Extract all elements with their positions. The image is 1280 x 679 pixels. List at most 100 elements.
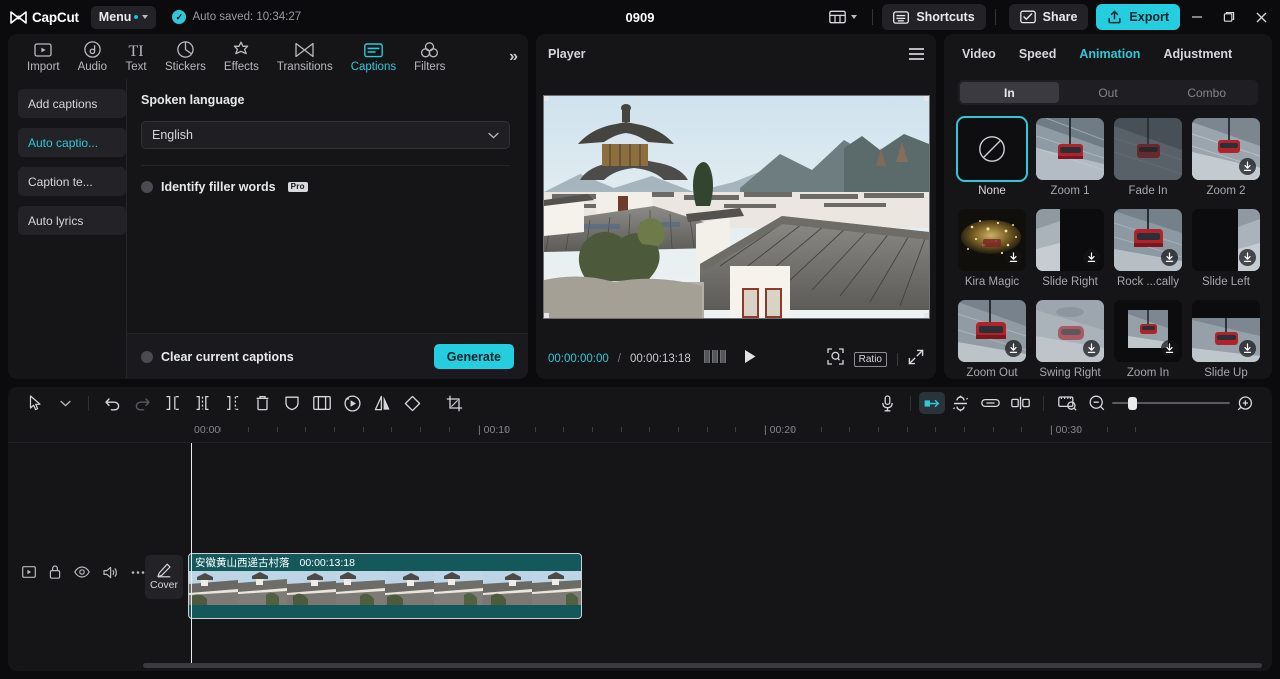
record-voiceover-button[interactable] <box>872 390 902 416</box>
fullscreen-button[interactable] <box>908 349 924 370</box>
share-button[interactable]: Share <box>1008 4 1089 30</box>
tab-filters[interactable]: Filters <box>405 34 454 79</box>
volume-icon[interactable] <box>103 566 118 579</box>
download-icon[interactable] <box>1239 158 1256 175</box>
animation-item-zoom-out[interactable]: Zoom Out <box>958 300 1026 379</box>
timeline-clip[interactable]: 安徽黄山西递古村落 00:00:13:18 <box>188 553 582 619</box>
zoom-slider-knob[interactable] <box>1128 396 1137 410</box>
close-button[interactable] <box>1246 2 1276 32</box>
select-tool-dropdown[interactable] <box>50 390 80 416</box>
tab-stickers[interactable]: Stickers <box>156 34 215 79</box>
player-menu-button[interactable] <box>909 48 924 60</box>
lock-icon[interactable] <box>49 565 61 579</box>
generate-button[interactable]: Generate <box>433 344 514 369</box>
download-icon[interactable] <box>1239 340 1256 357</box>
timeline-ruler[interactable]: 00:00 | 00:10 | 00:20 | 00:30 <box>8 419 1272 443</box>
animation-item-zoom-2[interactable]: Zoom 2 <box>1192 118 1260 197</box>
divider-3 <box>897 352 898 366</box>
download-icon[interactable] <box>1161 249 1178 266</box>
maximize-button[interactable] <box>1214 2 1244 32</box>
sidebar-item-add-captions[interactable]: Add captions <box>18 89 126 118</box>
trim-left-button[interactable] <box>187 390 217 416</box>
tab-import[interactable]: Import <box>18 34 69 79</box>
sidebar-item-caption-templates[interactable]: Caption te... <box>18 167 126 196</box>
more-icon[interactable] <box>131 570 145 575</box>
animation-item-zoom-in[interactable]: Zoom In <box>1114 300 1182 379</box>
tab-video[interactable]: Video <box>962 47 996 61</box>
spoken-language-select[interactable]: English <box>141 121 510 149</box>
animation-item-zoom-1[interactable]: Zoom 1 <box>1036 118 1104 197</box>
fit-timeline-button[interactable] <box>1052 390 1082 416</box>
magnifier-frame-button[interactable] <box>826 348 844 370</box>
tab-animation[interactable]: Animation <box>1079 47 1140 61</box>
zoom-in-button[interactable] <box>1230 390 1260 416</box>
shortcuts-button[interactable]: Shortcuts <box>882 4 986 30</box>
tab-captions[interactable]: Captions <box>342 34 405 79</box>
frames-view-button[interactable] <box>703 350 726 368</box>
layout-switch-button[interactable] <box>823 6 863 28</box>
mirror-button[interactable] <box>367 390 397 416</box>
animation-item-kira-magic[interactable]: Kira Magic <box>958 209 1026 288</box>
clear-current-captions-checkbox[interactable] <box>141 350 153 363</box>
export-button[interactable]: Export <box>1096 4 1180 30</box>
select-tool-button[interactable] <box>20 390 50 416</box>
sidebar-item-auto-lyrics[interactable]: Auto lyrics <box>18 206 126 235</box>
cover-button[interactable]: Cover <box>145 555 183 599</box>
trim-right-button[interactable] <box>217 390 247 416</box>
redo-button[interactable] <box>127 390 157 416</box>
freeze-frame-button[interactable] <box>337 390 367 416</box>
crop-button[interactable] <box>439 390 469 416</box>
download-icon[interactable] <box>1161 340 1178 357</box>
sidebar-item-auto-captions[interactable]: Auto captio... <box>18 128 126 157</box>
identify-filler-words-row[interactable]: Identify filler words Pro <box>141 180 510 194</box>
track-thumbnail-toggle-icon[interactable] <box>22 566 36 578</box>
animation-item-none[interactable]: None <box>956 116 1028 197</box>
tab-effects[interactable]: Effects <box>215 34 268 79</box>
identify-filler-words-checkbox[interactable] <box>141 181 153 193</box>
undo-button[interactable] <box>97 390 127 416</box>
animation-thumb-zoom-2 <box>1192 118 1260 180</box>
tab-speed[interactable]: Speed <box>1019 47 1057 61</box>
download-icon[interactable] <box>1083 340 1100 357</box>
link-clips-button[interactable] <box>975 390 1005 416</box>
mask-button[interactable] <box>277 390 307 416</box>
animation-item-slide-left[interactable]: Slide Left <box>1192 209 1260 288</box>
minimize-button[interactable] <box>1182 2 1212 32</box>
animation-item-slide-right[interactable]: Slide Right <box>1036 209 1104 288</box>
keyframe-button[interactable] <box>919 392 945 414</box>
handle-bottom-left[interactable] <box>543 312 549 318</box>
play-button[interactable] <box>743 349 757 369</box>
tab-audio[interactable]: Audio <box>69 34 116 79</box>
eye-icon[interactable] <box>74 566 90 578</box>
download-icon[interactable] <box>1005 340 1022 357</box>
auto-cut-button[interactable] <box>1005 390 1035 416</box>
snap-button[interactable] <box>945 390 975 416</box>
segment-out[interactable]: Out <box>1059 82 1158 103</box>
animation-item-slide-up[interactable]: Slide Up <box>1192 300 1260 379</box>
ratio-button[interactable]: Ratio <box>853 351 887 367</box>
tab-text[interactable]: TI Text <box>116 34 156 79</box>
animation-item-fade-in[interactable]: Fade In <box>1114 118 1182 197</box>
rotate-button[interactable] <box>397 390 427 416</box>
tabbar-overflow-button[interactable]: » <box>509 48 524 65</box>
handle-top-left[interactable] <box>543 95 549 101</box>
segment-in[interactable]: In <box>960 82 1059 103</box>
zoom-out-button[interactable] <box>1082 390 1112 416</box>
segment-combo[interactable]: Combo <box>1157 82 1256 103</box>
timeline-horizontal-scrollbar[interactable] <box>143 663 1262 668</box>
video-preview[interactable] <box>542 94 930 319</box>
menu-button[interactable]: Menu <box>90 5 157 29</box>
download-icon[interactable] <box>1239 249 1256 266</box>
animation-item-rock-vertically[interactable]: Rock ...cally <box>1114 209 1182 288</box>
delete-button[interactable] <box>247 390 277 416</box>
download-icon[interactable] <box>1005 249 1022 266</box>
crop-frame-button[interactable] <box>307 390 337 416</box>
handle-bottom-right[interactable] <box>923 312 929 318</box>
tab-transitions[interactable]: Transitions <box>268 34 342 79</box>
tab-adjustment[interactable]: Adjustment <box>1163 47 1232 61</box>
timeline-zoom-slider[interactable] <box>1112 396 1230 410</box>
split-button[interactable] <box>157 390 187 416</box>
handle-top-right[interactable] <box>923 95 929 101</box>
animation-item-swing-right[interactable]: Swing Right <box>1036 300 1104 379</box>
download-icon[interactable] <box>1083 249 1100 266</box>
